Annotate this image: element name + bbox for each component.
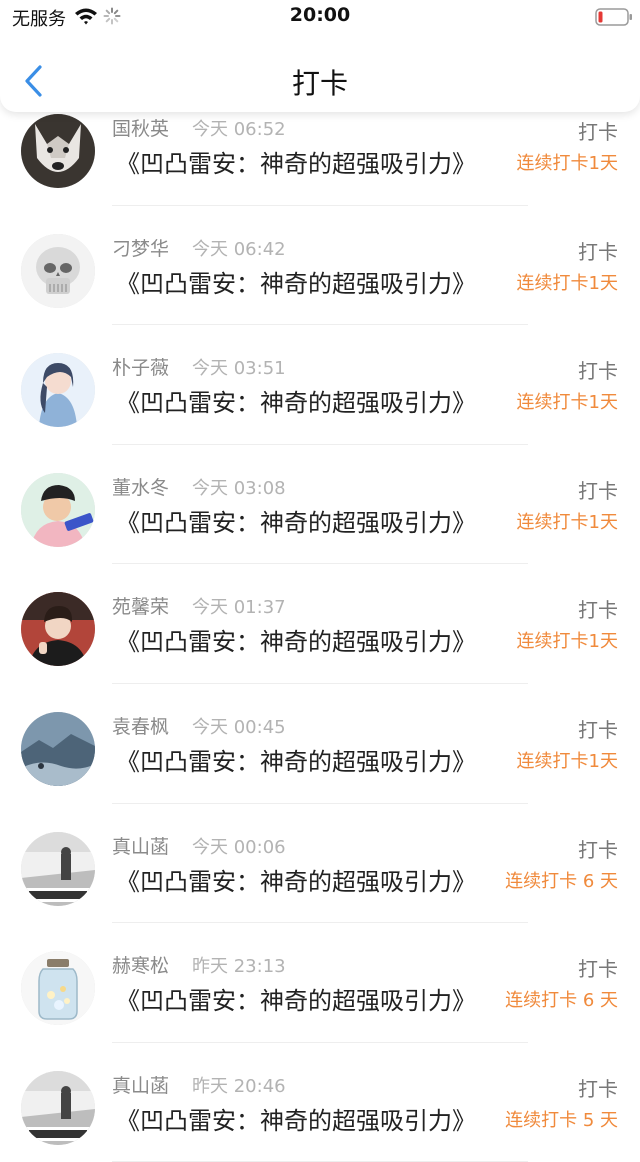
street-avatar[interactable]	[21, 1070, 95, 1145]
checkin-label: 打卡	[578, 359, 618, 384]
user-name: 赫寒松	[112, 955, 170, 978]
anime-girl-avatar[interactable]	[21, 353, 95, 428]
checkin-time: 今天 00:06	[192, 836, 286, 858]
list-item[interactable]: 赫寒松 昨天 23:13 《凹凸雷安：神奇的超强吸引力》 打卡 连续打卡 6 天	[0, 923, 640, 1043]
list-item[interactable]: 刁梦华 今天 06:42 《凹凸雷安：神奇的超强吸引力》 打卡 连续打卡1天	[0, 206, 640, 326]
list-item[interactable]: 袁春枫 今天 00:45 《凹凸雷安：神奇的超强吸引力》 打卡 连续打卡1天	[0, 684, 640, 804]
streak-badge: 连续打卡1天	[516, 272, 618, 294]
book-title: 《凹凸雷安：神奇的超强吸引力》	[116, 987, 476, 1016]
boy-cap-avatar[interactable]	[21, 472, 95, 547]
streak-badge: 连续打卡 6 天	[505, 990, 618, 1012]
user-name: 袁春枫	[112, 715, 170, 738]
checkin-time: 今天 03:51	[192, 358, 286, 380]
streak-badge: 连续打卡1天	[516, 631, 618, 653]
jar-avatar[interactable]	[21, 951, 95, 1026]
checkin-label: 打卡	[578, 1076, 618, 1101]
streak-badge: 连续打卡1天	[516, 392, 618, 414]
checkin-time: 今天 06:42	[192, 238, 286, 260]
book-title: 《凹凸雷安：神奇的超强吸引力》	[116, 628, 476, 657]
user-name: 国秋英	[112, 118, 170, 140]
status-bar: 无服务 20:00	[0, 0, 640, 34]
book-title: 《凹凸雷安：神奇的超强吸引力》	[116, 269, 476, 298]
user-name: 真山菡	[112, 1074, 170, 1097]
checkin-time: 昨天 23:13	[192, 956, 286, 978]
user-name: 刁梦华	[112, 237, 170, 260]
list-item[interactable]: 朴子薇 今天 03:51 《凹凸雷安：神奇的超强吸引力》 打卡 连续打卡1天	[0, 325, 640, 445]
skull-avatar[interactable]	[21, 233, 95, 308]
streak-badge: 连续打卡1天	[516, 511, 618, 533]
book-title: 《凹凸雷安：神奇的超强吸引力》	[116, 389, 476, 418]
streak-badge: 连续打卡1天	[516, 750, 618, 772]
book-title: 《凹凸雷安：神奇的超强吸引力》	[116, 867, 476, 896]
checkin-time: 今天 00:45	[192, 716, 286, 738]
checkin-label: 打卡	[578, 120, 618, 144]
streak-badge: 连续打卡 6 天	[505, 870, 618, 892]
checkin-time: 今天 03:08	[192, 477, 286, 499]
checkin-label: 打卡	[578, 837, 618, 862]
list-item[interactable]: 真山菡 昨天 20:46 《凹凸雷安：神奇的超强吸引力》 打卡 连续打卡 5 天	[0, 1043, 640, 1162]
checkin-label: 打卡	[578, 478, 618, 503]
page-title: 打卡	[291, 67, 348, 100]
list-item[interactable]: 董水冬 今天 03:08 《凹凸雷安：神奇的超强吸引力》 打卡 连续打卡1天	[0, 445, 640, 565]
list-item[interactable]: 真山菡 今天 00:06 《凹凸雷安：神奇的超强吸引力》 打卡 连续打卡 6 天	[0, 804, 640, 924]
list-item[interactable]: 苑馨荣 今天 01:37 《凹凸雷安：神奇的超强吸引力》 打卡 连续打卡1天	[0, 564, 640, 684]
nav-bar: 打卡	[0, 34, 640, 112]
checkin-label: 打卡	[578, 598, 618, 623]
checkin-list: 国秋英 今天 06:52 《凹凸雷安：神奇的超强吸引力》 打卡 连续打卡1天 刁…	[0, 86, 640, 1162]
street-avatar[interactable]	[21, 831, 95, 906]
book-title: 《凹凸雷安：神奇的超强吸引力》	[116, 1106, 476, 1135]
book-title: 《凹凸雷安：神奇的超强吸引力》	[116, 747, 476, 776]
boy-portrait-avatar[interactable]	[21, 592, 95, 667]
user-name: 朴子薇	[112, 357, 170, 380]
checkin-time: 今天 01:37	[192, 597, 286, 619]
battery-icon	[595, 7, 633, 31]
user-name: 真山菡	[112, 835, 170, 858]
user-name: 苑馨荣	[112, 596, 170, 619]
user-name: 董水冬	[112, 476, 170, 499]
checkin-label: 打卡	[578, 239, 618, 264]
status-time: 20:00	[289, 4, 351, 26]
checkin-time: 昨天 20:46	[192, 1075, 286, 1097]
streak-badge: 连续打卡 5 天	[505, 1109, 618, 1131]
checkin-time: 今天 06:52	[192, 119, 286, 140]
landscape-avatar[interactable]	[21, 711, 95, 786]
streak-badge: 连续打卡1天	[516, 153, 618, 174]
book-title: 《凹凸雷安：神奇的超强吸引力》	[116, 508, 476, 537]
checkin-label: 打卡	[578, 957, 618, 982]
checkin-label: 打卡	[578, 717, 618, 742]
book-title: 《凹凸雷安：神奇的超强吸引力》	[116, 150, 476, 178]
husky-avatar[interactable]	[21, 114, 95, 188]
